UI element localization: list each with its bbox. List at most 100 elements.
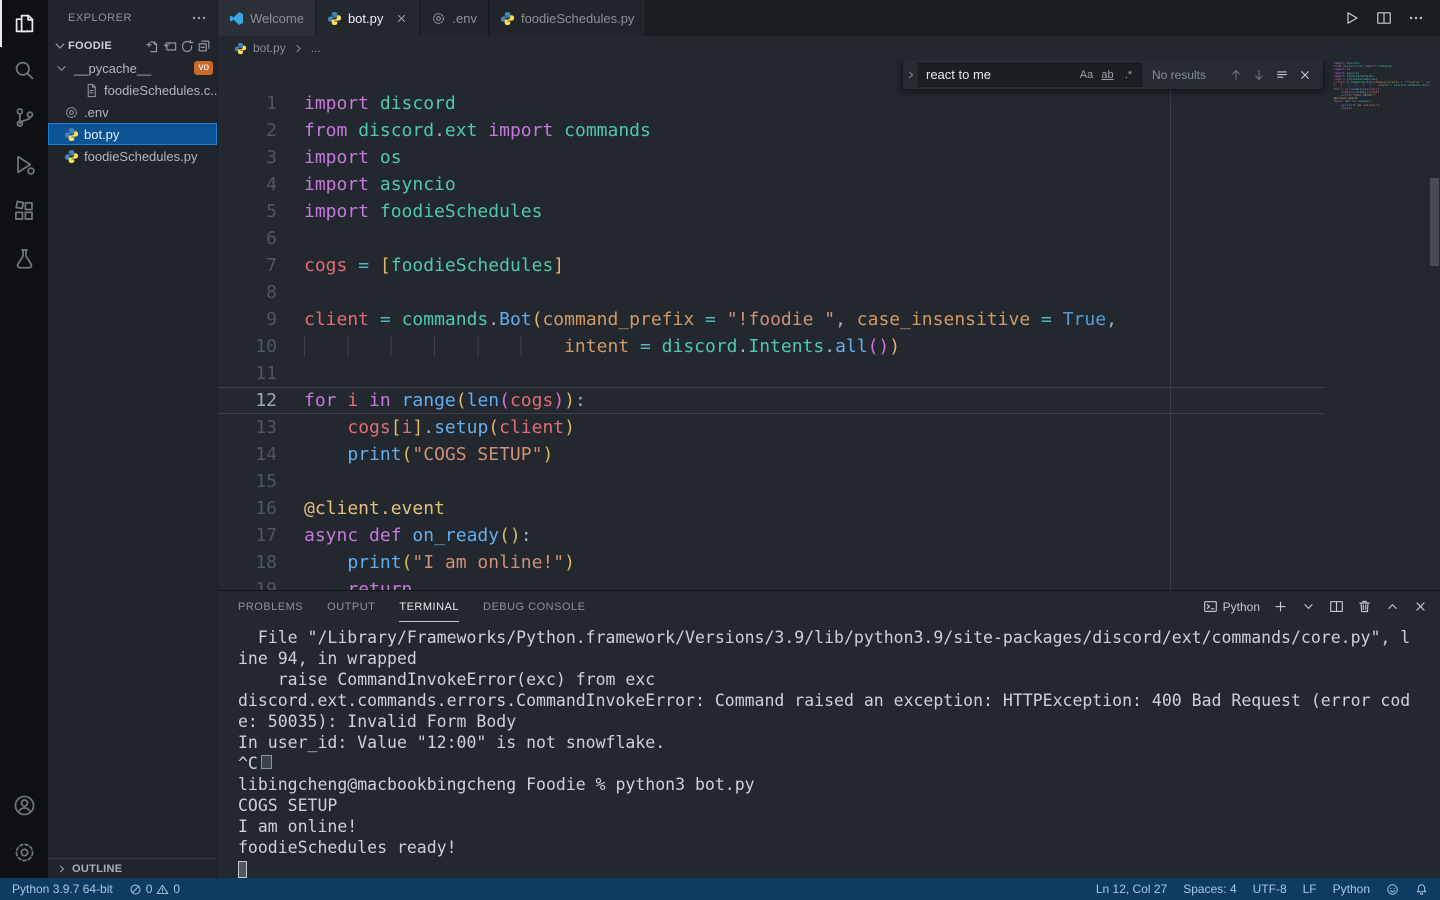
find-previous-button[interactable] (1224, 63, 1247, 86)
activity-item-settings[interactable] (0, 829, 48, 876)
find-next-button[interactable] (1247, 63, 1270, 86)
code-line-8[interactable]: 8 (218, 279, 1324, 306)
new-folder-button[interactable] (163, 39, 177, 53)
code-line-4[interactable]: 4 import asyncio (218, 171, 1324, 198)
status-notifications[interactable] (1415, 883, 1428, 896)
tab-welcome[interactable]: Welcome (218, 0, 316, 36)
new-terminal-button[interactable] (1273, 599, 1288, 614)
activity-item-account[interactable] (0, 782, 48, 829)
account-icon (13, 794, 36, 817)
tab-bot-py[interactable]: bot.py (315, 0, 421, 36)
close-panel-button[interactable] (1413, 599, 1428, 614)
minimap[interactable]: import discord from discord.ext import co… (1334, 62, 1430, 110)
close-tab-icon[interactable] (395, 12, 408, 25)
file-item-bot-py[interactable]: bot.py (48, 123, 217, 145)
editor[interactable]: 1 import discord 2 from discord.ext import … (218, 60, 1440, 590)
code-line-19[interactable]: 19 return (218, 576, 1324, 590)
file-item--pycache-[interactable]: __pycache__ vo (48, 57, 217, 79)
file-item-foodieschedules-c-[interactable]: foodieSchedules.c... (48, 79, 221, 101)
panel-tab-output[interactable]: OUTPUT (327, 591, 375, 622)
editor-scrollbar[interactable] (1430, 178, 1439, 266)
chevron-down-icon (54, 61, 69, 76)
activity-item-source-control[interactable] (0, 94, 48, 141)
status-cursor-position[interactable]: Ln 12, Col 27 (1096, 882, 1167, 896)
code-line-12[interactable]: 12 for i in range(len(cogs)): (218, 387, 1324, 414)
collapse-all-button[interactable] (197, 39, 211, 53)
status-indentation[interactable]: Spaces: 4 (1183, 882, 1236, 896)
activity-item-explorer[interactable] (0, 0, 48, 47)
tab--env[interactable]: .env (420, 0, 489, 36)
status-python-interpreter[interactable]: Python 3.9.7 64-bit (12, 882, 113, 896)
gear-icon (431, 11, 446, 26)
status-language-mode[interactable]: Python (1333, 882, 1370, 896)
file-item--env[interactable]: .env (48, 101, 217, 123)
panel-tab-terminal[interactable]: TERMINAL (399, 591, 459, 622)
match-case-icon[interactable]: Aa (1076, 65, 1097, 85)
maximize-panel-button[interactable] (1385, 599, 1400, 614)
code-line-15[interactable]: 15 (218, 468, 1324, 495)
status-problems[interactable]: 00 (129, 882, 180, 896)
activity-item-search[interactable] (0, 47, 48, 94)
code-line-9[interactable]: 9 client = commands.Bot(command_prefix = … (218, 306, 1324, 333)
status-left: Python 3.9.7 64-bit 0 0 (12, 882, 196, 896)
code-line-16[interactable]: 16 @client.event (218, 495, 1324, 522)
outline-section[interactable]: OUTLINE (48, 858, 217, 878)
vscode-icon (229, 11, 244, 26)
line-number: 9 (266, 309, 277, 330)
find-close-button[interactable] (1293, 63, 1316, 86)
terminal-line: In user_id: Value "12:00" is not snowfla… (238, 733, 666, 752)
refresh-button[interactable] (180, 39, 194, 53)
code-line-5[interactable]: 5 import foodieSchedules (218, 198, 1324, 225)
code-area[interactable]: 1 import discord 2 from discord.ext import … (218, 60, 1324, 590)
code-line-11[interactable]: 11 (218, 360, 1324, 387)
code-line-6[interactable]: 6 (218, 225, 1324, 252)
code-line-7[interactable]: 7 cogs = [foodieSchedules] (218, 252, 1324, 279)
breadcrumb-symbol[interactable]: ... (311, 41, 321, 55)
code-line-13[interactable]: 13 cogs[i].setup(client) (218, 414, 1324, 441)
code-line-17[interactable]: 17 async def on_ready(): (218, 522, 1324, 549)
find-in-selection-button[interactable] (1270, 63, 1293, 86)
terminal[interactable]: File "/Library/Frameworks/Python.framewo… (218, 622, 1440, 878)
source-control-icon (13, 106, 36, 129)
folder-section-header[interactable]: FOODIE (48, 35, 217, 57)
status-feedback[interactable] (1386, 883, 1399, 896)
split-terminal-button[interactable] (1329, 599, 1344, 614)
code-line-3[interactable]: 3 import os (218, 144, 1324, 171)
new-file-button[interactable] (146, 39, 160, 53)
explorer-icon (13, 12, 36, 35)
code-line-1[interactable]: 1 import discord (218, 90, 1324, 117)
find-input[interactable]: react to me Aa ab .* (918, 62, 1142, 87)
activity-item-testing[interactable] (0, 235, 48, 282)
code-line-14[interactable]: 14 print("COGS SETUP") (218, 441, 1324, 468)
toggle-replace-button[interactable] (903, 60, 918, 89)
kill-terminal-button[interactable] (1357, 599, 1372, 614)
terminal-shell-selector[interactable]: Python (1203, 599, 1260, 614)
panel-tab-problems[interactable]: PROBLEMS (238, 591, 303, 622)
panel-tab-debug-console[interactable]: DEBUG CONSOLE (483, 591, 585, 622)
line-number: 15 (255, 471, 277, 492)
line-number: 4 (266, 174, 277, 195)
whole-word-icon[interactable]: ab (1097, 65, 1118, 85)
file-item-foodieschedules-py[interactable]: foodieSchedules.py (48, 145, 217, 167)
code-line-18[interactable]: 18 print("I am online!") (218, 549, 1324, 576)
status-label: Ln 12, Col 27 (1095, 882, 1168, 896)
status-eol[interactable]: LF (1303, 882, 1317, 896)
split-editor-button[interactable] (1376, 10, 1392, 26)
line-number: 17 (255, 525, 277, 546)
activity-item-run-debug[interactable] (0, 141, 48, 188)
run-file-button[interactable] (1344, 10, 1360, 26)
explorer-more-icon[interactable] (191, 10, 207, 26)
tab-foodieschedules-py[interactable]: foodieSchedules.py (488, 0, 647, 36)
editor-actions (1344, 0, 1440, 36)
terminal-profiles-button[interactable] (1301, 599, 1316, 614)
editor-more-button[interactable] (1408, 10, 1424, 26)
status-encoding[interactable]: UTF-8 (1253, 882, 1287, 896)
code-line-2[interactable]: 2 from discord.ext import commands (218, 117, 1324, 144)
breadcrumb[interactable]: bot.py ... (218, 36, 1440, 60)
chevron-right-icon (905, 69, 917, 81)
breadcrumb-file[interactable]: bot.py (253, 41, 286, 55)
regex-icon[interactable]: .* (1118, 65, 1139, 85)
activity-item-extensions[interactable] (0, 188, 48, 235)
code-line-10[interactable]: 10 intent = discord.Intents.all()) (218, 333, 1324, 360)
line-number: 3 (266, 147, 277, 168)
